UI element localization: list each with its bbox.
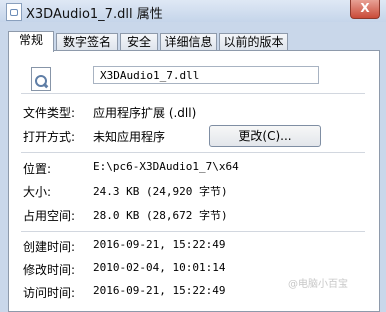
divider	[21, 152, 365, 153]
tab-details[interactable]: 详细信息	[160, 33, 217, 51]
open-with-label: 打开方式:	[23, 130, 76, 144]
change-button[interactable]: 更改(C)...	[209, 125, 321, 147]
created-label: 创建时间:	[23, 240, 76, 254]
file-type-value: 应用程序扩展 (.dll)	[93, 106, 197, 120]
location-value: E:\pc6-X3DAudio1_7\x64	[93, 160, 239, 173]
tab-bar: 常规 数字签名 安全 详细信息 以前的版本	[8, 31, 380, 52]
size-value: 24.3 KB (24,920 字节)	[93, 185, 228, 198]
accessed-value: 2016-09-21, 15:22:49	[93, 284, 226, 297]
divider	[21, 231, 365, 232]
tab-digital-signatures[interactable]: 数字签名	[56, 33, 118, 51]
divider	[21, 93, 365, 94]
location-label: 位置:	[23, 162, 52, 176]
accessed-label: 访问时间:	[23, 286, 76, 300]
tab-security[interactable]: 安全	[120, 33, 158, 51]
file-type-label: 文件类型:	[23, 106, 76, 120]
general-tab-panel: X3DAudio1_7.dll 文件类型: 应用程序扩展 (.dll) 打开方式…	[8, 50, 380, 312]
disk-size-value: 28.0 KB (28,672 字节)	[93, 209, 228, 222]
tab-previous-versions[interactable]: 以前的版本	[219, 33, 288, 51]
filename-field[interactable]: X3DAudio1_7.dll	[93, 66, 319, 84]
size-label: 大小:	[23, 185, 52, 199]
file-properties-icon	[6, 3, 22, 21]
open-with-value: 未知应用程序	[93, 130, 166, 144]
close-button[interactable]: X	[350, 0, 380, 19]
modified-label: 修改时间:	[23, 263, 76, 277]
dll-file-icon	[31, 67, 51, 91]
created-value: 2016-09-21, 15:22:49	[93, 238, 226, 251]
modified-value: 2010-02-04, 10:01:14	[93, 261, 226, 274]
tab-general[interactable]: 常规	[8, 31, 54, 52]
watermark: @电脑小百宝	[288, 279, 348, 290]
window-title: X3DAudio1_7.dll 属性	[26, 7, 163, 22]
title-bar: X3DAudio1_7.dll 属性 X	[0, 0, 386, 22]
disk-size-label: 占用空间:	[23, 209, 76, 223]
